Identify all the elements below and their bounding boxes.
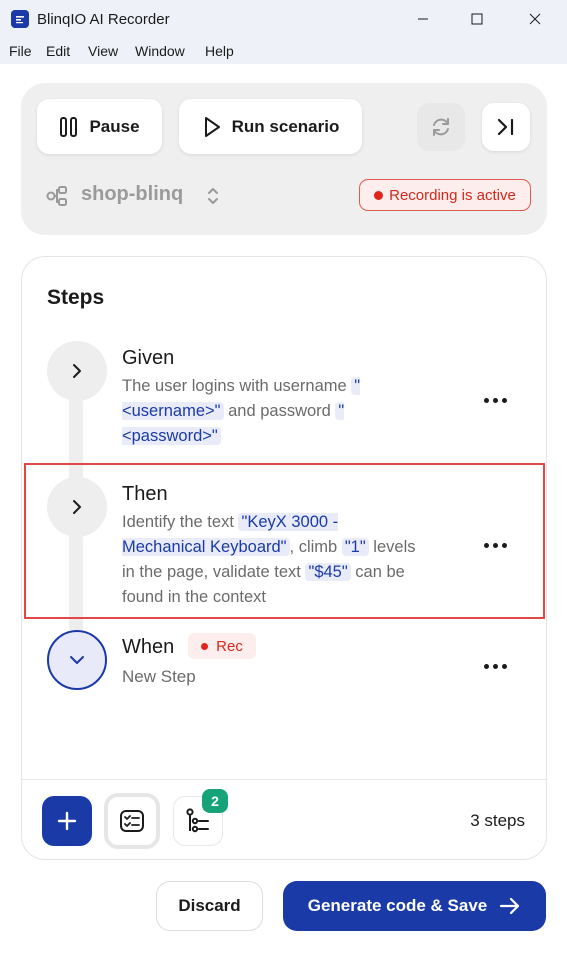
step-text: The user logins with username (122, 377, 352, 395)
step-keyword-given: Given (122, 347, 175, 369)
minimize-button[interactable] (400, 0, 446, 38)
new-step-text[interactable]: New Step (122, 667, 196, 687)
discard-button[interactable]: Discard (156, 881, 263, 931)
step-expand-button-then[interactable] (47, 477, 107, 537)
close-button[interactable] (512, 0, 558, 38)
generate-label: Generate code & Save (307, 896, 488, 915)
menu-file[interactable]: File (9, 43, 32, 59)
step-text: Identify the text (122, 513, 239, 531)
step-text: , climb (289, 538, 342, 556)
project-select-chevrons-icon[interactable] (206, 185, 220, 207)
step-collapse-button-when[interactable] (47, 630, 107, 690)
refresh-icon (433, 118, 449, 136)
plus-icon (57, 811, 77, 831)
step-forward-button[interactable] (482, 103, 530, 151)
close-icon (529, 13, 541, 25)
step-text: and password (223, 402, 336, 420)
steps-count: 3 steps (470, 811, 525, 830)
chevron-down-icon (70, 656, 84, 664)
pause-icon (60, 116, 78, 137)
run-scenario-button[interactable]: Run scenario (179, 99, 362, 154)
parameter-token[interactable]: "$45" (305, 563, 351, 581)
more-dots-icon (483, 663, 489, 669)
chevron-right-icon (73, 500, 81, 514)
rec-label: Rec (216, 637, 243, 655)
more-dots-icon (483, 542, 489, 548)
panel-divider (22, 779, 546, 780)
refresh-button[interactable] (417, 103, 465, 151)
minimize-icon (418, 18, 428, 20)
step-keyword-when: When (122, 636, 175, 658)
step-more-button-then[interactable] (481, 535, 509, 555)
menu-bar: File Edit View Window Help (0, 38, 567, 64)
rec-dot-icon (201, 642, 209, 650)
maximize-button[interactable] (454, 0, 500, 38)
step-more-button-when[interactable] (481, 656, 509, 676)
step-keyword-then: Then (122, 483, 168, 505)
recording-dot-icon (374, 190, 384, 200)
menu-view[interactable]: View (88, 43, 118, 59)
project-icon (46, 186, 67, 206)
generate-code-save-button[interactable]: Generate code & Save (283, 881, 546, 931)
menu-help[interactable]: Help (205, 43, 234, 59)
parameter-token[interactable]: "1" (341, 538, 369, 556)
step-description-then: Identify the text "KeyX 3000 - Mechanica… (122, 510, 422, 610)
checklist-icon (120, 810, 144, 832)
maximize-icon (471, 13, 483, 25)
checklist-view-button[interactable] (104, 793, 160, 849)
run-scenario-label: Run scenario (231, 116, 340, 136)
rec-badge: Rec (188, 633, 256, 659)
project-name[interactable]: shop-blinq (81, 183, 183, 206)
tree-count-badge: 2 (202, 789, 228, 813)
pause-label: Pause (89, 116, 140, 136)
discard-label: Discard (178, 896, 241, 915)
skip-forward-icon (497, 118, 514, 136)
recording-status-text: Recording is active (389, 186, 516, 204)
arrow-right-icon (500, 897, 520, 915)
menu-edit[interactable]: Edit (46, 43, 70, 59)
step-expand-button-given[interactable] (47, 341, 107, 401)
more-dots-icon (483, 397, 489, 403)
window-title: BlinqIO AI Recorder (37, 11, 170, 28)
app-logo-icon (11, 10, 29, 28)
steps-title: Steps (47, 286, 105, 309)
step-description-given: The user logins with username "<username… (122, 374, 402, 449)
add-step-button[interactable] (42, 796, 92, 846)
play-icon (204, 116, 220, 137)
step-more-button-given[interactable] (481, 390, 509, 410)
recording-status-badge: Recording is active (359, 179, 531, 211)
chevron-right-icon (73, 364, 81, 378)
pause-button[interactable]: Pause (37, 99, 162, 154)
title-bar: BlinqIO AI Recorder (0, 0, 567, 38)
menu-window[interactable]: Window (135, 43, 185, 59)
